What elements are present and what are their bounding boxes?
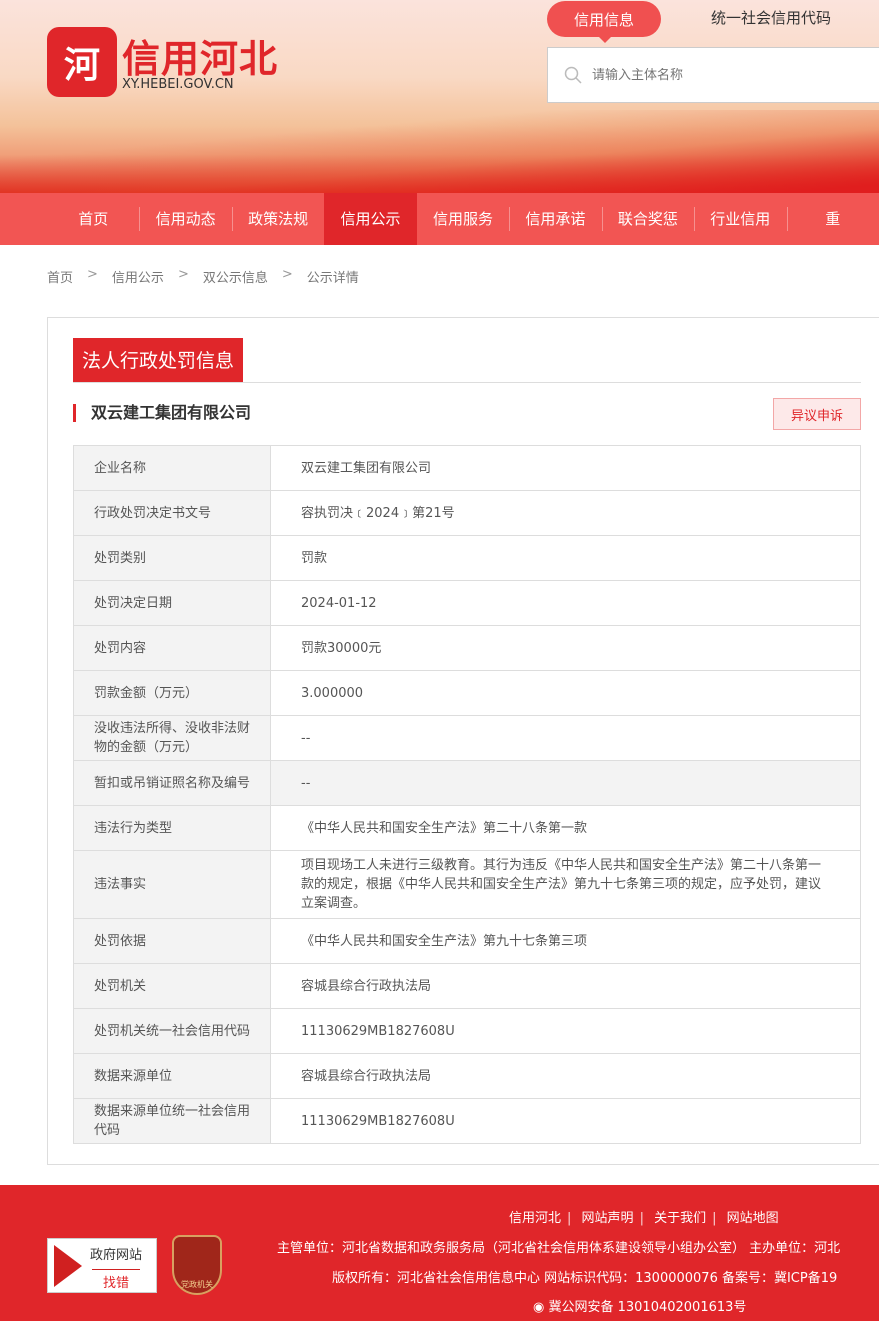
badge-label: 政府网站 bbox=[90, 1248, 143, 1263]
field-label: 没收违法所得、没收非法财物的金额（万元） bbox=[73, 715, 271, 761]
footer: 信用河北 | 网站声明 | 关于我们 | 网站地图 主管单位：河北省数据和政务服务局（… bbox=[0, 1185, 879, 1321]
table-row: 处罚决定日期 2024-01-12 bbox=[73, 580, 861, 626]
nav-credit-publicity[interactable]: 信用公示 bbox=[324, 193, 417, 245]
nav-joint-reward-punish[interactable]: 联合奖惩 bbox=[601, 193, 694, 245]
table-row: 处罚依据 《中华人民共和国安全生产法》第九十七条第三项 bbox=[73, 918, 861, 964]
breadcrumb-publicity[interactable]: 信用公示 bbox=[112, 267, 164, 286]
table-row: 没收违法所得、没收非法财物的金额（万元） -- bbox=[73, 715, 861, 761]
magnifier-icon bbox=[54, 1245, 82, 1287]
field-value: -- bbox=[270, 715, 861, 761]
nav-policy[interactable]: 政策法规 bbox=[231, 193, 324, 245]
table-row: 暂扣或吊销证照名称及编号 -- bbox=[73, 760, 861, 806]
nav-credit-service[interactable]: 信用服务 bbox=[417, 193, 509, 245]
table-row: 处罚机关统一社会信用代码 11130629MB1827608U bbox=[73, 1008, 861, 1054]
nav-home[interactable]: 首页 bbox=[47, 193, 139, 245]
banner-decoration bbox=[0, 110, 879, 193]
field-value: 双云建工集团有限公司 bbox=[270, 445, 861, 491]
field-value: 罚款30000元 bbox=[270, 625, 861, 671]
breadcrumb: 首页 > 信用公示 > 双公示信息 > 公示详情 bbox=[47, 267, 359, 286]
field-label: 罚款金额（万元） bbox=[73, 670, 271, 716]
field-value: -- bbox=[270, 760, 861, 806]
logo-icon[interactable]: 河 bbox=[47, 27, 117, 97]
table-row: 处罚机关 容城县综合行政执法局 bbox=[73, 963, 861, 1009]
field-label: 行政处罚决定书文号 bbox=[73, 490, 271, 536]
field-value: 项目现场工人未进行三级教育。其行为违反《中华人民共和国安全生产法》第二十八条第一… bbox=[270, 850, 861, 919]
nav-credit-news[interactable]: 信用动态 bbox=[139, 193, 231, 245]
field-value: 2024-01-12 bbox=[270, 580, 861, 626]
field-value: 《中华人民共和国安全生产法》第二十八条第一款 bbox=[270, 805, 861, 851]
police-record-text: 冀公网安备 13010402001613号 bbox=[548, 1300, 747, 1315]
chevron-right-icon: > bbox=[177, 267, 189, 282]
divider bbox=[73, 382, 861, 383]
field-label: 处罚依据 bbox=[73, 918, 271, 964]
company-name: 双云建工集团有限公司 bbox=[73, 404, 251, 422]
gov-site-error-badge[interactable]: 政府网站 找错 bbox=[47, 1238, 157, 1293]
table-row: 违法行为类型 《中华人民共和国安全生产法》第二十八条第一款 bbox=[73, 805, 861, 851]
table-row: 数据来源单位 容城县综合行政执法局 bbox=[73, 1053, 861, 1099]
field-label: 违法行为类型 bbox=[73, 805, 271, 851]
field-value: 容城县综合行政执法局 bbox=[270, 1053, 861, 1099]
table-row: 违法事实 项目现场工人未进行三级教育。其行为违反《中华人民共和国安全生产法》第二十… bbox=[73, 850, 861, 919]
footer-links: 信用河北 | 网站声明 | 关于我们 | 网站地图 bbox=[509, 1211, 779, 1226]
footer-police-record[interactable]: ◉ 冀公网安备 13010402001613号 bbox=[533, 1296, 746, 1315]
nav-more[interactable]: 重 bbox=[786, 193, 879, 245]
footer-copyright: 版权所有：河北省社会信用信息中心 网站标识代码：1300000076 备案号：冀… bbox=[332, 1271, 838, 1286]
table-row: 处罚内容 罚款30000元 bbox=[73, 625, 861, 671]
table-row: 罚款金额（万元） 3.000000 bbox=[73, 670, 861, 716]
badge-label: 找错 bbox=[92, 1269, 140, 1291]
field-label: 违法事实 bbox=[73, 850, 271, 919]
field-value: 11130629MB1827608U bbox=[270, 1098, 861, 1144]
footer-link[interactable]: 网站声明 bbox=[582, 1211, 634, 1226]
breadcrumb-home[interactable]: 首页 bbox=[47, 267, 73, 286]
footer-link[interactable]: 关于我们 bbox=[654, 1211, 706, 1226]
search-icon[interactable] bbox=[564, 66, 582, 84]
field-label: 暂扣或吊销证照名称及编号 bbox=[73, 760, 271, 806]
nav-credit-commitment[interactable]: 信用承诺 bbox=[509, 193, 601, 245]
field-value: 罚款 bbox=[270, 535, 861, 581]
logo-title[interactable]: 信用河北 bbox=[122, 28, 278, 83]
table-row: 数据来源单位统一社会信用代码 11130629MB1827608U bbox=[73, 1098, 861, 1144]
table-row: 处罚类别 罚款 bbox=[73, 535, 861, 581]
police-badge-icon: ◉ bbox=[533, 1300, 549, 1315]
field-value: 《中华人民共和国安全生产法》第九十七条第三项 bbox=[270, 918, 861, 964]
footer-link[interactable]: 信用河北 bbox=[509, 1211, 561, 1226]
tab-credit-info[interactable]: 信用信息 bbox=[547, 1, 661, 43]
field-label: 处罚内容 bbox=[73, 625, 271, 671]
field-label: 处罚机关统一社会信用代码 bbox=[73, 1008, 271, 1054]
field-label: 处罚类别 bbox=[73, 535, 271, 581]
appeal-button[interactable]: 异议申诉 bbox=[773, 398, 861, 430]
field-value: 容执罚决﹝2024﹞第21号 bbox=[270, 490, 861, 536]
field-value: 3.000000 bbox=[270, 670, 861, 716]
breadcrumb-current: 公示详情 bbox=[306, 271, 359, 286]
footer-link[interactable]: 网站地图 bbox=[727, 1211, 779, 1226]
field-label: 数据来源单位 bbox=[73, 1053, 271, 1099]
footer-sponsor: 主管单位：河北省数据和政务服务局（河北省社会信用体系建设领导小组办公室） 主办单… bbox=[277, 1241, 841, 1256]
nav-industry-credit[interactable]: 行业信用 bbox=[694, 193, 786, 245]
main-nav: 首页 信用动态 政策法规 信用公示 信用服务 信用承诺 联合奖惩 行业信用 重 bbox=[0, 193, 879, 245]
table-row: 行政处罚决定书文号 容执罚决﹝2024﹞第21号 bbox=[73, 490, 861, 536]
field-label: 处罚决定日期 bbox=[73, 580, 271, 626]
field-value: 容城县综合行政执法局 bbox=[270, 963, 861, 1009]
badge-label: 党政机关 bbox=[181, 1280, 213, 1289]
breadcrumb-double-publicity[interactable]: 双公示信息 bbox=[203, 267, 268, 286]
logo-url: XY.HEBEI.GOV.CN bbox=[122, 77, 234, 92]
table-row: 企业名称 双云建工集团有限公司 bbox=[73, 445, 861, 491]
search-input[interactable] bbox=[592, 67, 842, 83]
field-label: 企业名称 bbox=[73, 445, 271, 491]
field-value: 11130629MB1827608U bbox=[270, 1008, 861, 1054]
section-title: 法人行政处罚信息 bbox=[73, 338, 244, 382]
chevron-right-icon: > bbox=[281, 267, 293, 282]
penalty-table: 企业名称 双云建工集团有限公司 行政处罚决定书文号 容执罚决﹝2024﹞第21号 处罚类… bbox=[73, 445, 861, 1144]
tab-credit-code[interactable]: 统一社会信用代码 bbox=[711, 7, 831, 28]
party-gov-badge[interactable]: 党政机关 bbox=[172, 1235, 222, 1295]
search-box bbox=[547, 47, 879, 103]
chevron-right-icon: > bbox=[87, 267, 98, 282]
field-label: 数据来源单位统一社会信用代码 bbox=[73, 1098, 271, 1144]
field-label: 处罚机关 bbox=[73, 963, 271, 1009]
